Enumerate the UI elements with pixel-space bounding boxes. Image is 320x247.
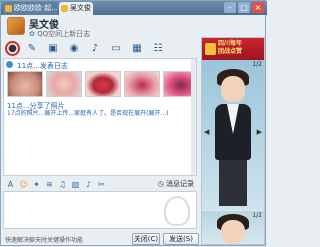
close-window-button[interactable]: ×: [252, 2, 264, 13]
ad-text: 四川每年 团战点赞: [218, 40, 242, 56]
tab-label: 吴文俊: [70, 4, 91, 12]
avatar[interactable]: [7, 17, 25, 35]
chat-window: 欧欧欧欧·起... 吴文俊 – □ × 吴文俊 ✿ QQ空间上新日志 ● ✎ ▣…: [0, 0, 267, 247]
message-text: 11点...发表日志: [17, 62, 68, 70]
scrollbar[interactable]: [191, 59, 196, 175]
screen-icon[interactable]: ▭: [107, 42, 125, 55]
page-indicator: 1/2: [252, 212, 262, 219]
avatar-head: [221, 220, 245, 244]
minimize-button[interactable]: –: [224, 2, 236, 13]
maximize-button[interactable]: □: [238, 2, 250, 13]
screenshot-icon[interactable]: ✂: [97, 180, 106, 189]
contact-status: ✿ QQ空间上新日志: [29, 29, 90, 39]
photo-thumbnail[interactable]: [124, 71, 160, 97]
tab-chat-2[interactable]: 吴文俊: [59, 2, 93, 15]
qq-tab-icon: [5, 5, 12, 12]
apps-icon[interactable]: ▦: [128, 42, 146, 55]
font-icon[interactable]: A: [6, 180, 15, 189]
message-area[interactable]: 11点...发表日志 11点...分享了照片 17点的照片...展开上传...家…: [3, 58, 197, 176]
send-button[interactable]: 发送(S): [163, 233, 199, 245]
history-label: 消息记录: [166, 180, 194, 188]
magic-icon[interactable]: ✦: [32, 180, 41, 189]
chat-toolbar: ● ✎ ▣ ◉ ♪ ▭ ▦ ☷: [3, 40, 197, 56]
tab-label: 欧欧欧欧·起...: [14, 4, 57, 12]
next-arrow-icon[interactable]: ▶: [257, 128, 262, 136]
message-input[interactable]: [3, 191, 197, 229]
hint-text: 快速解决聊天时关键操作功能: [5, 237, 84, 244]
close-button[interactable]: 关闭(C): [132, 233, 160, 245]
qq-show-avatar-top[interactable]: 1/2 ◀ ▶: [202, 60, 264, 210]
video-icon[interactable]: ◉: [65, 42, 83, 55]
qq-show-panel: 四川每年 团战点赞 1/2 ◀ ▶ 1/2: [201, 37, 265, 245]
photo-strip: [7, 71, 196, 97]
history-icon: ◷: [157, 180, 164, 188]
ad-line: 团战点赞: [218, 48, 243, 55]
prev-arrow-icon[interactable]: ◀: [204, 128, 209, 136]
photo-thumbnail[interactable]: [7, 71, 43, 97]
ad-banner[interactable]: 四川每年 团战点赞: [202, 38, 264, 60]
qq-show-icon[interactable]: ●: [5, 40, 20, 56]
photo-thumbnail[interactable]: [46, 71, 82, 97]
qzone-icon: [6, 61, 13, 68]
status-text: QQ空间上新日志: [37, 30, 91, 38]
page-indicator: 1/2: [252, 61, 262, 68]
qq-show-avatar-bottom[interactable]: 1/2: [202, 211, 264, 244]
tools-icon[interactable]: ✎: [23, 42, 41, 55]
qzone-icon: ✿: [29, 30, 35, 38]
tab-chat-1[interactable]: 欧欧欧欧·起...: [3, 2, 57, 15]
message-item: 17点的照片...展开上传...家庭有人了。是否现在展开(展开...): [7, 110, 169, 117]
image-icon[interactable]: ▨: [71, 180, 80, 189]
gift-icon: [205, 43, 216, 55]
audio-icon[interactable]: ♪: [86, 42, 104, 55]
avatar-head: [221, 76, 245, 102]
file-icon[interactable]: ▣: [44, 42, 62, 55]
window-controls: – □ ×: [224, 2, 264, 13]
emoji-icon[interactable]: ☺: [19, 180, 28, 189]
shake-icon[interactable]: ≋: [45, 180, 54, 189]
voice-icon[interactable]: ♫: [58, 180, 67, 189]
qq-tab-icon: [61, 5, 68, 12]
music-icon[interactable]: ♪: [84, 180, 93, 189]
penguin-watermark-icon: [164, 196, 190, 226]
message-item: 11点...发表日志: [6, 61, 68, 71]
group-icon[interactable]: ☷: [149, 42, 167, 55]
history-button[interactable]: ◷ 消息记录: [158, 179, 197, 189]
input-toolbar: A ☺ ✦ ≋ ♫ ▨ ♪ ✂ ◷ 消息记录: [3, 178, 197, 190]
photo-thumbnail[interactable]: [85, 71, 121, 97]
ad-line: 四川每年: [218, 40, 243, 47]
bottom-bar: 快速解决聊天时关键操作功能 关闭(C) 发送(S): [1, 231, 201, 247]
tab-strip: 欧欧欧欧·起... 吴文俊 – □ ×: [1, 1, 267, 15]
avatar-legs: [219, 160, 247, 206]
